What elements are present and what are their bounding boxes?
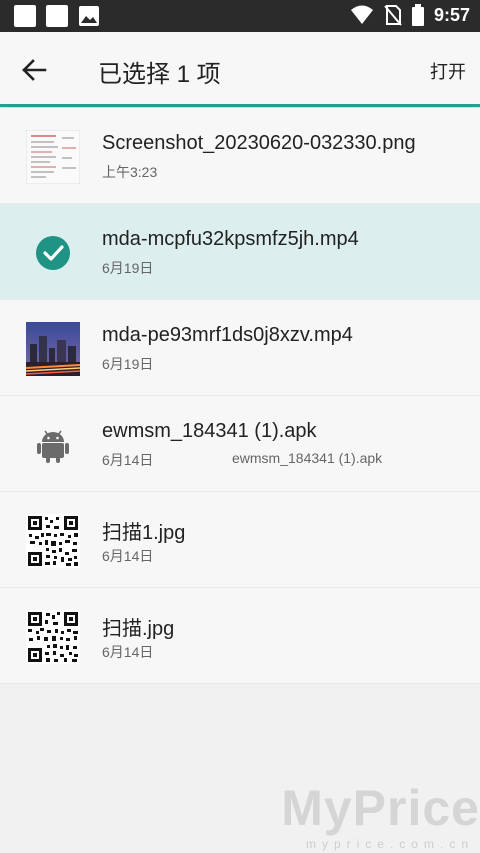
list-item[interactable]: ewmsm_184341 (1).apk 6月14日 ewmsm_184341 … (0, 396, 480, 492)
watermark-url: myprice.com.cn (305, 837, 474, 851)
file-name: 扫描1.jpg (102, 522, 186, 544)
qr-code-thumbnail (26, 610, 80, 664)
qr-code-thumbnail (26, 514, 80, 568)
file-name: 扫描.jpg (102, 618, 175, 640)
file-name: mda-mcpfu32kpsmfz5jh.mp4 (102, 228, 359, 250)
selection-toolbar: 已选择 1 项 打开 (0, 32, 480, 107)
file-date: 6月14日 (102, 548, 154, 564)
file-date: 6月14日 (102, 644, 154, 660)
list-item[interactable]: Screenshot_20230620-032330.png 上午3:23 (0, 108, 480, 204)
file-date: 上午3:23 (102, 164, 158, 180)
back-button[interactable] (18, 54, 50, 86)
file-summary: ewmsm_184341 (1).apk (232, 450, 383, 466)
open-button[interactable]: 打开 (430, 58, 466, 84)
check-circle-icon (26, 226, 80, 280)
square-icon (14, 5, 36, 27)
square-icon (46, 5, 68, 27)
selection-title: 已选择 1 项 (98, 61, 221, 88)
wifi-icon (350, 5, 373, 24)
list-item[interactable]: 扫描.jpg 6月14日 (0, 588, 480, 684)
system-icons: 9:57 (350, 4, 470, 26)
notification-icons (14, 5, 100, 27)
list-item-selected[interactable]: mda-mcpfu32kpsmfz5jh.mp4 6月19日 (0, 204, 480, 300)
file-name: mda-pe93mrf1ds0j8xzv.mp4 (102, 324, 353, 346)
file-name: Screenshot_20230620-032330.png (102, 132, 416, 154)
image-icon (78, 5, 100, 27)
city-night-thumbnail (25, 322, 81, 376)
file-name: ewmsm_184341 (1).apk (102, 420, 317, 442)
file-date: 6月19日 (102, 356, 154, 372)
file-date: 6月14日 (102, 452, 154, 468)
arrow-left-icon (22, 59, 47, 81)
battery-icon (411, 4, 424, 26)
file-list: Screenshot_20230620-032330.png 上午3:23 md… (0, 108, 480, 684)
list-item[interactable]: 扫描1.jpg 6月14日 (0, 492, 480, 588)
android-icon (26, 418, 80, 472)
status-bar: 9:57 (0, 0, 480, 32)
file-date: 6月19日 (102, 260, 154, 276)
clock: 9:57 (433, 4, 470, 25)
screenshot-thumbnail (25, 129, 81, 185)
no-sim-icon (384, 5, 402, 26)
list-item[interactable]: mda-pe93mrf1ds0j8xzv.mp4 6月19日 (0, 300, 480, 396)
watermark: MyPrice (281, 780, 480, 836)
